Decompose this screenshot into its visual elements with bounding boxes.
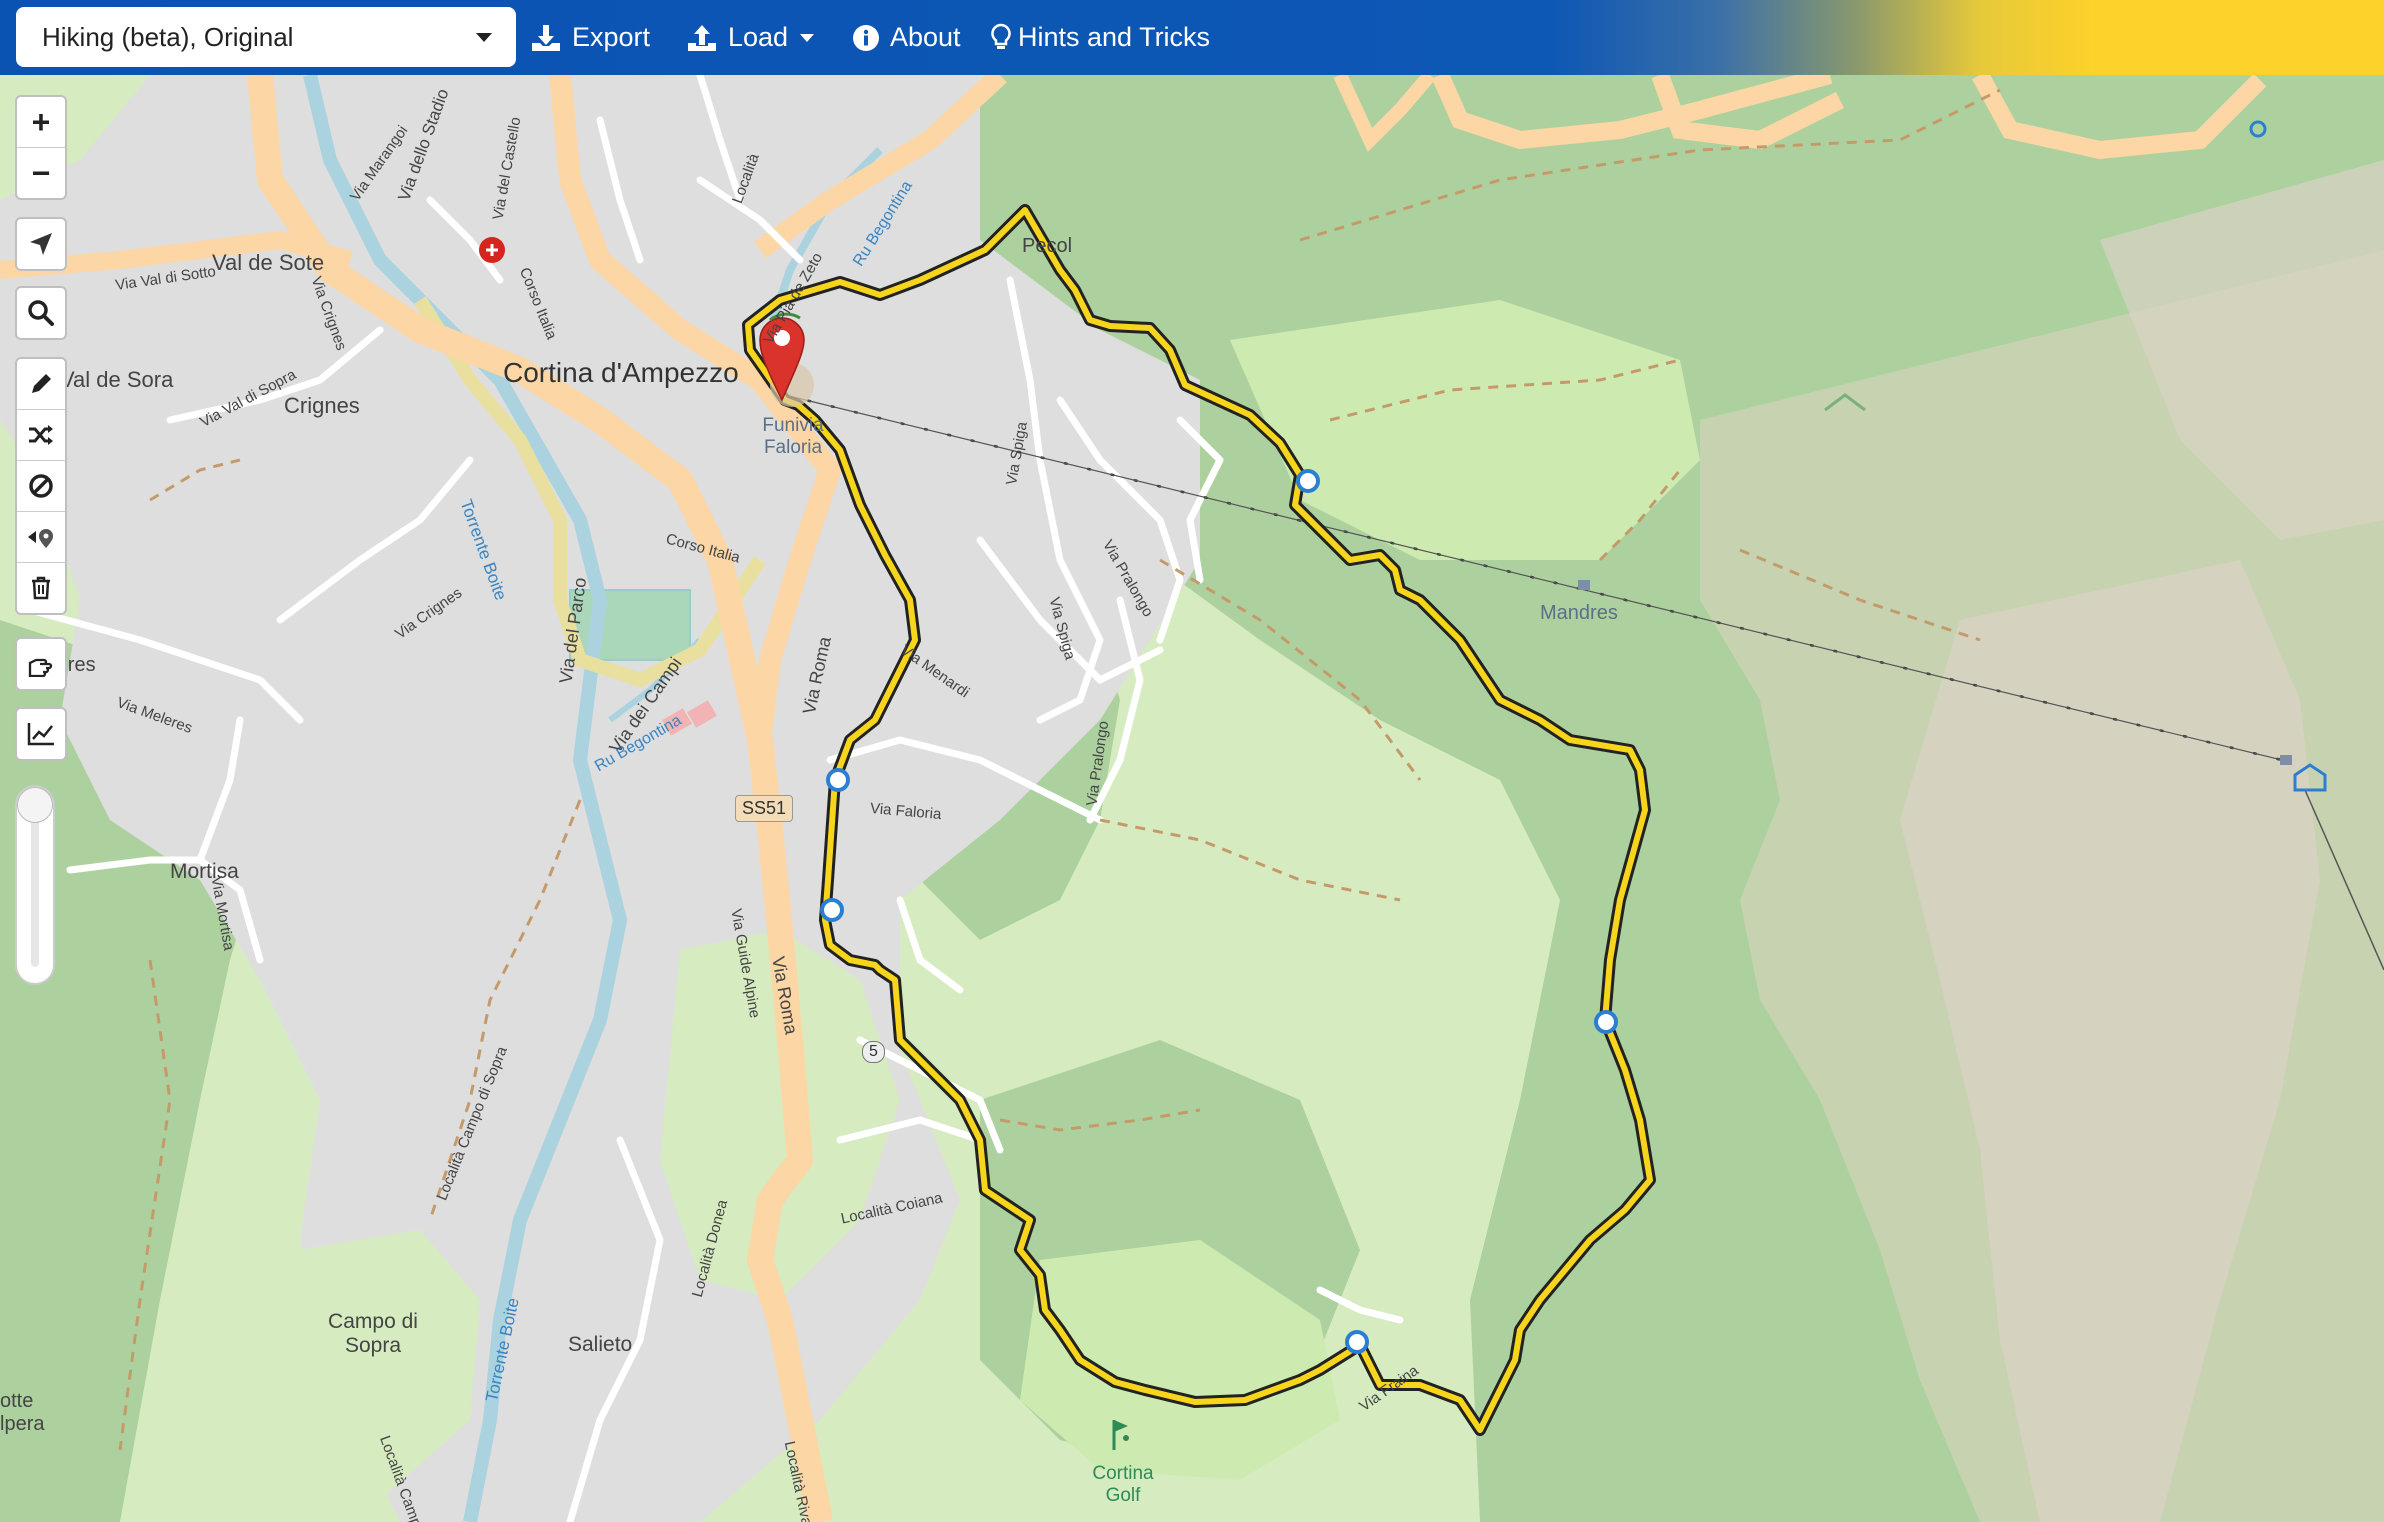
hand-pointer-icon	[28, 658, 53, 677]
place-label-cortina-golf: Cortina Golf	[1092, 1463, 1154, 1506]
locate-control	[15, 217, 67, 271]
road-shield-5: 5	[862, 1041, 885, 1063]
trash-icon	[32, 576, 50, 600]
minus-icon: −	[31, 154, 51, 191]
opacity-slider[interactable]	[15, 785, 55, 985]
export-button[interactable]: Export	[530, 0, 650, 75]
place-label-cortina: Cortina d'Ampezzo	[503, 357, 739, 388]
reverse-route-button[interactable]	[17, 410, 65, 461]
load-button[interactable]: Load	[686, 0, 815, 75]
upload-icon	[686, 23, 718, 53]
slider-handle[interactable]	[17, 787, 53, 823]
beeline-button[interactable]	[17, 512, 65, 563]
shuffle-icon	[29, 425, 53, 445]
beeline-marker-icon	[28, 529, 53, 548]
routing-profile-select[interactable]: Hiking (beta), Original	[16, 7, 516, 67]
place-label-cotte-alpera: otte lpera	[0, 1390, 45, 1435]
location-arrow-icon	[30, 233, 52, 255]
map-canvas[interactable]: Cortina d'Ampezzo Val de Sote Val de Sor…	[0, 75, 2384, 1522]
zoom-in-button[interactable]: +	[17, 97, 65, 148]
draw-route-button[interactable]	[17, 359, 65, 410]
elevation-profile-button[interactable]	[17, 709, 65, 759]
place-label-mandres: Mandres	[1540, 602, 1618, 624]
place-label-crignes: Crignes	[284, 393, 360, 418]
info-icon	[852, 24, 880, 52]
pencil-icon	[32, 374, 51, 393]
lightbulb-icon	[990, 23, 1012, 53]
place-label-salieto: Salieto	[568, 1333, 633, 1356]
road-shield-ss51: SS51	[735, 795, 794, 822]
plus-icon: +	[31, 103, 51, 140]
place-label-val-de-sora: Val de Sora	[60, 367, 174, 392]
no-go-area-button[interactable]	[17, 461, 65, 512]
hand-pointer-button[interactable]	[17, 639, 65, 689]
download-icon	[530, 23, 562, 53]
chevron-down-icon	[800, 33, 815, 42]
ban-icon	[29, 474, 53, 498]
zoom-out-button[interactable]: −	[17, 148, 65, 198]
top-toolbar: Hiking (beta), Original Export Load Abou…	[0, 0, 2384, 75]
pointer-control	[15, 637, 67, 691]
hints-label: Hints and Tricks	[1018, 22, 1211, 52]
search-icon	[28, 300, 54, 326]
map-base-layer	[0, 75, 2384, 1522]
place-label-campo-di-sopra: Campo di Sopra	[328, 1310, 418, 1357]
search-button[interactable]	[17, 288, 65, 338]
export-label: Export	[572, 22, 651, 52]
about-label: About	[890, 22, 961, 52]
line-chart-icon	[27, 723, 54, 746]
slider-track	[31, 817, 39, 967]
elevation-control	[15, 707, 67, 761]
zoom-control: + −	[15, 95, 67, 200]
place-label-mortisa: Mortisa	[170, 860, 239, 883]
about-button[interactable]: About	[852, 0, 961, 75]
locate-button[interactable]	[17, 219, 65, 269]
load-label: Load	[728, 22, 789, 52]
place-label-funivia-faloria: Funivia Faloria	[762, 415, 824, 458]
place-label-val-de-sote: Val de Sote	[212, 250, 325, 275]
profile-select-value: Hiking (beta), Original	[42, 21, 294, 52]
route-tools-control	[15, 357, 67, 615]
hints-and-tricks-button[interactable]: Hints and Tricks	[990, 0, 1210, 75]
place-label-pecol: Pecol	[1022, 235, 1073, 257]
search-control	[15, 286, 67, 340]
chevron-down-icon	[476, 32, 492, 42]
delete-route-button[interactable]	[17, 563, 65, 613]
